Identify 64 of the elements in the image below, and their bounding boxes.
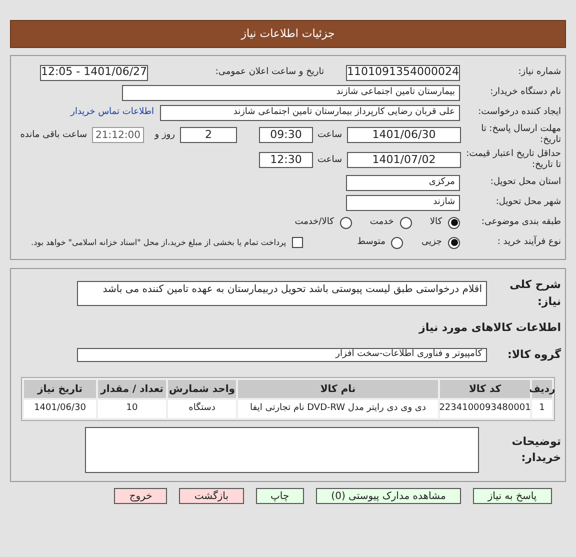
radio-label: کالا/خدمت <box>294 216 334 229</box>
field-value: 21:12:00 <box>92 127 144 143</box>
column-header: تاریخ نیاز <box>24 380 96 398</box>
field-label: ایجاد کننده درخواست: <box>477 107 561 118</box>
field-value: 1401/07/02 <box>347 152 461 168</box>
radio-button[interactable] <box>391 236 404 248</box>
radio-label: خدمت <box>370 216 394 229</box>
column-header: تعداد / مقدار <box>98 380 166 398</box>
field-value: کامپیوتر و فناوری اطلاعات-سخت افزار <box>77 348 487 362</box>
action-button[interactable]: خروج <box>114 488 168 504</box>
checkbox[interactable] <box>292 237 304 248</box>
field-label: استان محل تحویل: <box>489 177 561 188</box>
field-value: 1101091354000024 <box>346 64 460 80</box>
field-value: 2 <box>180 127 237 143</box>
field-label: شرح کلی نیاز: <box>508 277 561 310</box>
radio-label: کالا <box>430 216 442 229</box>
field-value: علی قربان رضایی کارپرداز بیمارستان تامین اجتماعی شازند <box>160 104 460 120</box>
field-label: طبقه بندی موضوعی: <box>480 217 561 228</box>
field-value: 1401/06/27 - 12:05 <box>40 64 148 80</box>
column-header: کد کالا <box>440 380 530 398</box>
action-button[interactable]: بازگشت <box>179 488 244 504</box>
field-label: تاریخ و ساعت اعلان عمومی: <box>214 67 324 78</box>
action-button[interactable]: چاپ <box>256 488 304 504</box>
radio-button[interactable] <box>340 216 352 228</box>
radio-button[interactable] <box>400 216 412 228</box>
field-value: 1401/06/30 <box>347 127 461 143</box>
section-title: اطلاعات کالاهای مورد نیاز <box>418 320 561 336</box>
field-label: روز و <box>153 130 175 140</box>
field-value: مرکزی <box>346 174 460 190</box>
field-label: نوع فرآیند خرید : <box>496 237 561 248</box>
buyer-contact-link[interactable]: اطلاعات تماس خریدار <box>70 106 154 120</box>
column-header: ردیف <box>532 380 552 398</box>
action-button[interactable]: مشاهده مدارک پیوستی (0) <box>316 488 461 504</box>
radio-label: جزیی <box>421 236 442 249</box>
field-label: حداقل تاریخ اعتبار قیمت: تا تاریخ: <box>466 149 561 171</box>
field-label: ساعت باقی مانده <box>19 130 87 140</box>
field-value: 12:30 <box>259 152 313 168</box>
column-header: نام کالا <box>238 380 438 398</box>
field-value: شازند <box>346 194 460 210</box>
field-label: گروه کالا: <box>506 346 561 363</box>
field-label: نام دستگاه خریدار: <box>489 87 561 98</box>
page-title: جزئیات اطلاعات نیاز <box>241 26 335 42</box>
table-cell: 2234100093480001 <box>440 400 530 418</box>
action-button[interactable]: پاسخ به نیاز <box>472 488 552 504</box>
table-cell: 10 <box>98 400 166 418</box>
table-cell: 1401/06/30 <box>24 400 96 418</box>
table-cell: 1 <box>532 400 552 418</box>
description-box: اقلام درخواستی طبق لیست پیوستی باشد تحویل دربیمارستان به عهده تامین کننده می باشد <box>77 281 487 306</box>
radio-button[interactable] <box>448 216 460 228</box>
field-label: ساعت <box>318 130 342 140</box>
radio-label: متوسط <box>357 236 386 249</box>
field-label: توضیحات خریدار: <box>510 434 561 466</box>
payment-note: پرداخت تمام یا بخشی از مبلغ خرید،از محل "اسناد خزانه اسلامی" خواهد بود. <box>31 236 286 248</box>
field-label: ساعت <box>318 154 342 166</box>
table-cell: دی وی دی رایتر مدل DVD-RW نام تجارتی ایفا <box>238 400 438 418</box>
field-label: مهلت ارسال پاسخ: تا تاریخ: <box>480 124 561 146</box>
notes-box[interactable] <box>85 427 479 473</box>
field-value: بیمارستان تامین اجتماعی شازند <box>122 84 460 100</box>
table-cell: دستگاه <box>168 400 236 418</box>
column-header: واحد شمارش <box>168 380 236 398</box>
field-label: شماره نیاز: <box>517 67 561 78</box>
radio-button[interactable] <box>448 236 460 248</box>
field-value: 09:30 <box>259 127 313 143</box>
field-label: شهر محل تحویل: <box>494 197 561 208</box>
